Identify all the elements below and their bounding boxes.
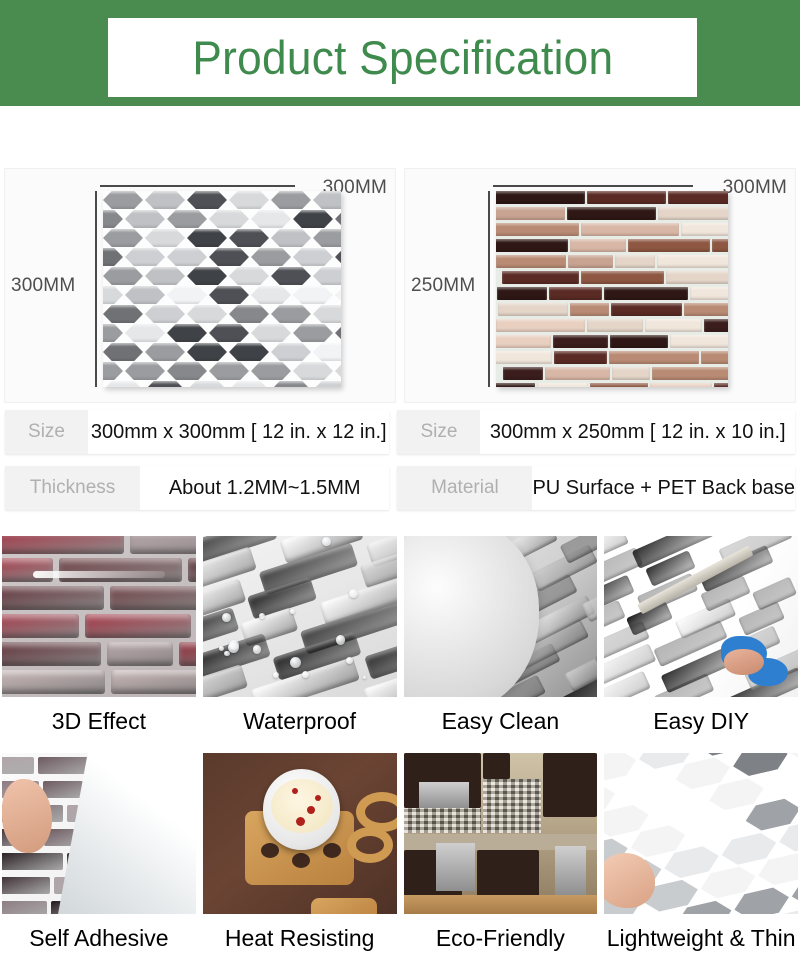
feature-image-eco-friendly xyxy=(403,753,598,914)
product-panel-hexagon: 300MM 300MM xyxy=(4,168,396,403)
feature-label-lightweight-thin: Lightweight & Thin xyxy=(606,924,796,951)
feature-label-easy-diy: Easy DIY xyxy=(653,707,750,734)
feature-item-lightweight-thin: Lightweight & Thin xyxy=(604,753,798,962)
feature-image-3d-effect xyxy=(2,536,196,697)
feature-label-waterproof: Waterproof xyxy=(243,707,357,734)
feature-image-easy-clean xyxy=(403,536,598,697)
dimension-rule-top xyxy=(493,185,693,187)
feature-image-heat-resisting xyxy=(202,753,397,914)
spec-label-size: Size xyxy=(397,410,481,454)
header-title-box: Product Specification xyxy=(108,18,697,97)
spec-row-size: Size 300mm x 300mm [ 12 in. x 12 in.] xyxy=(5,410,390,454)
product-tile-artwork xyxy=(496,191,728,387)
spec-value-material: PU Surface + PET Back base xyxy=(532,466,795,510)
feature-item-eco-friendly: Eco-Friendly xyxy=(403,753,598,962)
specification-tables: Size 300mm x 300mm [ 12 in. x 12 in.] Th… xyxy=(0,410,800,522)
spec-row-size: Size 300mm x 250mm [ 12 in. x 10 in.] xyxy=(397,410,795,454)
spec-label-material: Material xyxy=(397,466,533,510)
dimension-label-height: 250MM xyxy=(411,274,476,296)
spec-table-right: Size 300mm x 250mm [ 12 in. x 10 in.] Ma… xyxy=(397,410,795,522)
dimension-rule-left xyxy=(488,191,490,387)
spec-label-thickness: Thickness xyxy=(5,466,140,510)
feature-label-heat-resisting: Heat Resisting xyxy=(224,924,375,951)
feature-image-waterproof xyxy=(202,536,397,697)
spec-row-thickness: Thickness About 1.2MM~1.5MM xyxy=(5,466,390,510)
feature-item-self-adhesive: Self Adhesive xyxy=(2,753,196,962)
product-images-row: 300MM 300MM 300MM 250MM xyxy=(0,168,800,403)
feature-item-waterproof: Waterproof xyxy=(202,536,397,745)
product-panel-brick: 300MM 250MM xyxy=(404,168,796,403)
dimension-label-height: 300MM xyxy=(11,274,76,296)
page-title: Product Specification xyxy=(192,31,613,84)
feature-item-3d-effect: 3D Effect xyxy=(2,536,196,745)
feature-image-lightweight-thin xyxy=(604,753,798,914)
feature-item-heat-resisting: Heat Resisting xyxy=(202,753,397,962)
feature-label-easy-clean: Easy Clean xyxy=(441,707,560,734)
dimension-rule-left xyxy=(95,191,97,387)
feature-image-easy-diy xyxy=(604,536,798,697)
spec-label-size: Size xyxy=(5,410,88,454)
spec-row-material: Material PU Surface + PET Back base xyxy=(397,466,795,510)
product-specification-page: Product Specification 300MM 300MM 300MM … xyxy=(0,0,800,980)
feature-label-self-adhesive: Self Adhesive xyxy=(29,924,169,951)
feature-grid: 3D Effect Waterproof Easy Clean Easy DIY… xyxy=(0,536,800,962)
header-banner: Product Specification xyxy=(0,0,800,106)
spec-value-size: 300mm x 250mm [ 12 in. x 10 in.] xyxy=(480,410,795,454)
feature-label-3d-effect: 3D Effect xyxy=(51,707,146,734)
product-tile-artwork xyxy=(103,191,341,387)
spec-table-left: Size 300mm x 300mm [ 12 in. x 12 in.] Th… xyxy=(5,410,390,522)
spec-value-thickness: About 1.2MM~1.5MM xyxy=(140,466,390,510)
dimension-label-width: 300MM xyxy=(722,177,787,198)
feature-image-self-adhesive xyxy=(2,753,196,914)
feature-item-easy-clean: Easy Clean xyxy=(403,536,598,745)
feature-item-easy-diy: Easy DIY xyxy=(604,536,798,745)
dimension-rule-top xyxy=(100,185,295,187)
spec-value-size: 300mm x 300mm [ 12 in. x 12 in.] xyxy=(88,410,390,454)
feature-label-eco-friendly: Eco-Friendly xyxy=(435,924,565,951)
